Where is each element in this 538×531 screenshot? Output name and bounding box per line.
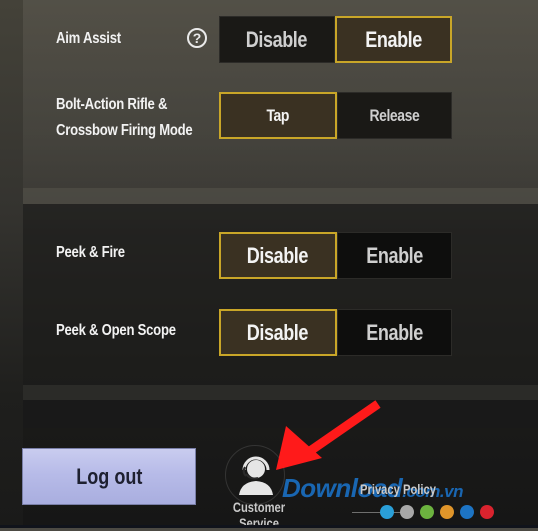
peek-fire-toggle: Disable Enable: [219, 232, 452, 279]
watermark-dot: [420, 505, 434, 519]
help-icon[interactable]: ?: [187, 28, 207, 48]
watermark-dots: [380, 505, 494, 519]
firing-mode-release-button[interactable]: Release: [336, 92, 452, 139]
aim-assist-label: Aim Assist: [56, 30, 121, 47]
background-left: [0, 0, 23, 528]
watermark-dot: [400, 505, 414, 519]
logout-button[interactable]: Log out: [22, 448, 196, 505]
peek-scope-disable-button[interactable]: Disable: [219, 309, 337, 356]
watermark-dot: [380, 505, 394, 519]
peek-scope-label: Peek & Open Scope: [56, 322, 176, 339]
watermark-dot: [460, 505, 474, 519]
peek-fire-label: Peek & Fire: [56, 244, 125, 261]
peek-fire-disable-button[interactable]: Disable: [219, 232, 337, 279]
panel-divider: [23, 188, 538, 204]
aim-assist-enable-button[interactable]: Enable: [334, 16, 452, 63]
aim-assist-disable-button[interactable]: Disable: [219, 16, 335, 63]
watermark-dot: [480, 505, 494, 519]
watermark-dot: [440, 505, 454, 519]
bolt-action-label-line2: Crossbow Firing Mode: [56, 122, 193, 139]
firing-mode-toggle: Tap Release: [219, 92, 452, 139]
aim-assist-toggle: Disable Enable: [219, 16, 452, 63]
peek-fire-enable-button[interactable]: Enable: [336, 232, 452, 279]
peek-scope-enable-button[interactable]: Enable: [336, 309, 452, 356]
firing-mode-tap-button[interactable]: Tap: [219, 92, 337, 139]
peek-scope-toggle: Disable Enable: [219, 309, 452, 356]
red-arrow-annotation: [276, 400, 381, 470]
bolt-action-label-line1: Bolt-Action Rifle &: [56, 96, 168, 113]
privacy-policy-link[interactable]: Privacy Policy: [360, 481, 436, 497]
